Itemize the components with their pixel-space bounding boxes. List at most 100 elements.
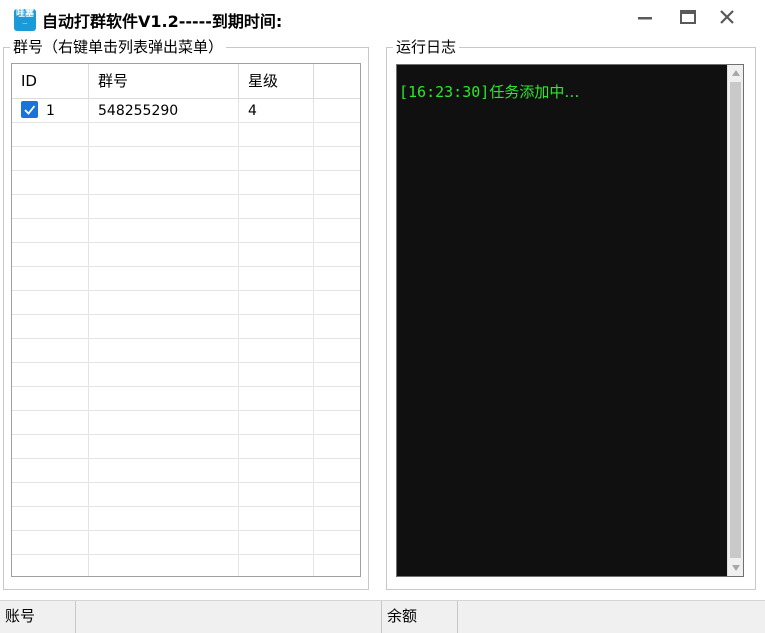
empty-cell [89, 387, 239, 411]
groups-table[interactable]: ID 群号 星级 1 548255290 4 [11, 63, 361, 577]
account-label: 账号 [0, 601, 76, 633]
empty-cell [89, 411, 239, 435]
empty-cell [89, 147, 239, 171]
empty-cell [314, 315, 360, 339]
empty-cell [89, 435, 239, 459]
empty-cell [12, 387, 89, 411]
empty-cell [89, 291, 239, 315]
cell-id: 1 [12, 99, 89, 123]
empty-cell [12, 363, 89, 387]
empty-cell [89, 219, 239, 243]
empty-cell [239, 315, 314, 339]
checkmark-icon [24, 104, 36, 115]
empty-cell [89, 315, 239, 339]
groups-legend: 群号（右键单击列表弹出菜单） [10, 37, 227, 57]
empty-cell [89, 483, 239, 507]
account-value [76, 601, 382, 633]
row-id: 1 [46, 103, 55, 119]
column-header-group-number[interactable]: 群号 [89, 64, 239, 99]
empty-table-row [12, 555, 360, 576]
empty-table-row [12, 411, 360, 435]
empty-table-row [12, 531, 360, 555]
chevron-up-icon [732, 70, 740, 76]
empty-cell [314, 267, 360, 291]
empty-cell [239, 555, 314, 576]
empty-cell [314, 243, 360, 267]
column-header-empty [314, 64, 360, 99]
empty-table-row [12, 123, 360, 147]
empty-table-row [12, 315, 360, 339]
maximize-button[interactable] [672, 4, 704, 30]
log-output[interactable]: [16:23:30]任务添加中… [396, 64, 744, 577]
balance-label: 余额 [382, 601, 458, 633]
empty-cell [239, 531, 314, 555]
app-logo-text: 哇塞 [15, 9, 34, 19]
minimize-button[interactable] [629, 4, 661, 30]
empty-table-row [12, 171, 360, 195]
empty-table-row [12, 291, 360, 315]
empty-table-row [12, 147, 360, 171]
empty-cell [12, 339, 89, 363]
empty-cell [239, 291, 314, 315]
empty-table-row [12, 243, 360, 267]
empty-table-row [12, 363, 360, 387]
empty-cell [12, 483, 89, 507]
table-header: ID 群号 星级 [12, 64, 360, 99]
scroll-up-button[interactable] [728, 65, 744, 81]
empty-cell [89, 531, 239, 555]
empty-cell [12, 555, 89, 576]
empty-table-row [12, 507, 360, 531]
empty-cell [314, 387, 360, 411]
empty-table-row [12, 219, 360, 243]
empty-cell [239, 387, 314, 411]
empty-cell [89, 267, 239, 291]
column-header-id[interactable]: ID [12, 64, 89, 99]
empty-cell [89, 555, 239, 576]
empty-cell [314, 291, 360, 315]
status-bar: 账号 余额 [0, 600, 765, 633]
empty-table-row [12, 267, 360, 291]
empty-cell [314, 123, 360, 147]
empty-cell [239, 147, 314, 171]
empty-cell [12, 531, 89, 555]
log-scrollbar[interactable] [727, 65, 743, 576]
empty-cell [314, 219, 360, 243]
empty-cell [239, 411, 314, 435]
app-logo-icon: 哇塞 — [14, 9, 36, 31]
empty-cell [12, 315, 89, 339]
empty-cell [239, 459, 314, 483]
empty-cell [314, 531, 360, 555]
empty-cell [12, 459, 89, 483]
empty-cell [314, 147, 360, 171]
close-button[interactable] [711, 4, 743, 30]
empty-cell [314, 363, 360, 387]
empty-cell [89, 507, 239, 531]
window-title: 自动打群软件V1.2-----到期时间: [42, 12, 283, 31]
empty-table-row [12, 195, 360, 219]
column-header-stars[interactable]: 星级 [239, 64, 314, 99]
scroll-down-button[interactable] [728, 560, 744, 576]
empty-cell [89, 243, 239, 267]
empty-cell [12, 219, 89, 243]
empty-cell [12, 291, 89, 315]
cell-stars: 4 [239, 99, 314, 123]
empty-cell [314, 435, 360, 459]
empty-cell [314, 483, 360, 507]
empty-cell [89, 339, 239, 363]
empty-cell [239, 123, 314, 147]
empty-cell [12, 171, 89, 195]
empty-cell [239, 267, 314, 291]
empty-cell [12, 411, 89, 435]
balance-value [458, 601, 765, 633]
empty-cell [89, 459, 239, 483]
table-row[interactable]: 1 548255290 4 [12, 99, 360, 123]
empty-table-row [12, 387, 360, 411]
row-checkbox[interactable] [21, 100, 38, 118]
empty-cell [239, 483, 314, 507]
empty-cell [89, 195, 239, 219]
log-entry: [16:23:30]任务添加中… [399, 81, 579, 102]
empty-cell [12, 123, 89, 147]
log-legend: 运行日志 [393, 37, 460, 57]
empty-cell [314, 555, 360, 576]
scrollbar-thumb[interactable] [730, 82, 741, 558]
